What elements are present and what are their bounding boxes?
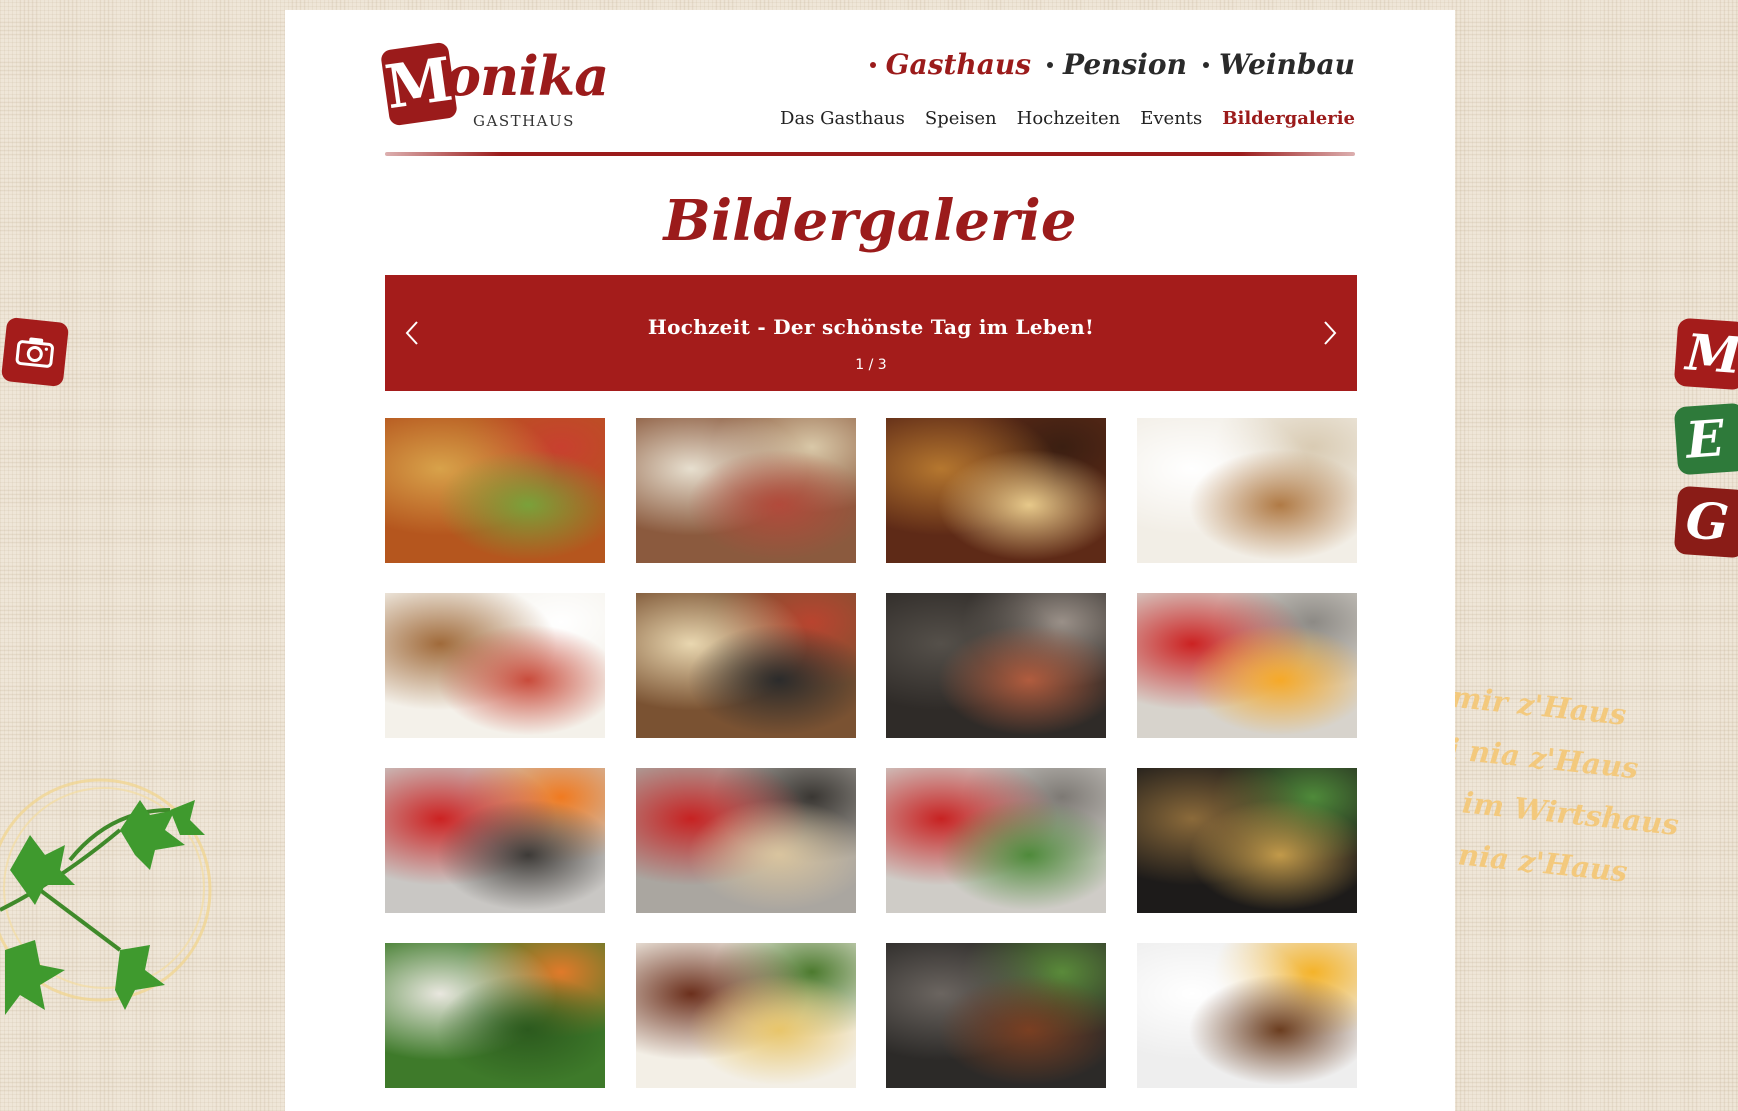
slider-title: Hochzeit - Der schönste Tag im Leben! bbox=[647, 315, 1095, 339]
gallery-thumbnail-willkommen-sign[interactable] bbox=[635, 593, 856, 738]
photo-animal-figurines bbox=[635, 418, 856, 563]
gallery-thumbnail-teddy-chef[interactable] bbox=[385, 593, 605, 738]
header-divider bbox=[385, 152, 1355, 156]
gallery-thumbnail-animal-figurines[interactable] bbox=[635, 418, 856, 563]
top-navigation: Gasthaus Pension Weinbau bbox=[869, 48, 1355, 81]
nav-das-gasthaus[interactable]: Das Gasthaus bbox=[780, 108, 905, 129]
main-navigation: Das Gasthaus Speisen Hochzeiten Events B… bbox=[780, 108, 1355, 129]
photo-willkommen-sign bbox=[635, 593, 856, 738]
bullet-icon bbox=[1202, 61, 1209, 68]
photo-restaurant-table bbox=[385, 418, 605, 563]
photo-restaurant-bar bbox=[886, 418, 1107, 563]
photo-teddy-chef bbox=[385, 593, 605, 738]
slider-counter: 1 / 3 bbox=[855, 357, 887, 373]
logo-subtitle: GASTHAUS bbox=[473, 112, 575, 130]
logo-word: onika bbox=[445, 44, 609, 108]
nav-speisen[interactable]: Speisen bbox=[925, 108, 997, 129]
nav-hochzeiten[interactable]: Hochzeiten bbox=[1017, 108, 1121, 129]
gallery-thumbnail-chef-cooking[interactable] bbox=[635, 768, 856, 913]
gallery-thumbnail-fried-egg-dish[interactable] bbox=[1136, 943, 1357, 1088]
photo-pan-dish bbox=[1136, 768, 1357, 913]
gallery-thumbnail-plated-steak[interactable] bbox=[635, 943, 856, 1088]
gallery-thumbnail-restaurant-bar[interactable] bbox=[886, 418, 1107, 563]
side-badge-g[interactable]: G bbox=[1673, 485, 1738, 559]
topnav-pension[interactable]: Pension bbox=[1047, 48, 1187, 81]
gallery-thumbnail-stove-pans[interactable] bbox=[886, 943, 1107, 1088]
bullet-icon bbox=[1047, 61, 1054, 68]
gallery-slider: Hochzeit - Der schönste Tag im Leben! 1 … bbox=[385, 275, 1357, 391]
photo-fried-egg-dish bbox=[1136, 943, 1357, 1088]
gallery-thumbnail-vegetables[interactable] bbox=[385, 943, 605, 1088]
nav-bildergalerie[interactable]: Bildergalerie bbox=[1222, 108, 1355, 129]
gallery-thumbnail-teddy-chef-pot[interactable] bbox=[1136, 418, 1357, 563]
photo-chef-stove bbox=[385, 768, 605, 913]
photo-teddy-chef-pot bbox=[1136, 418, 1357, 563]
side-badge-m[interactable]: M bbox=[1673, 317, 1738, 391]
page-container: M onika GASTHAUS Gasthaus Pension Weinba… bbox=[285, 10, 1455, 1111]
nav-events[interactable]: Events bbox=[1140, 108, 1202, 129]
gallery-thumbnail-frying-pan[interactable] bbox=[886, 593, 1107, 738]
photo-vegetables bbox=[385, 943, 605, 1088]
gallery-grid bbox=[385, 418, 1357, 1088]
photo-plated-steak bbox=[635, 943, 856, 1088]
photo-frying-pan bbox=[886, 593, 1107, 738]
parsley-illustration bbox=[0, 778, 212, 1015]
topnav-label: Gasthaus bbox=[885, 48, 1032, 81]
photo-chef-cooking bbox=[635, 768, 856, 913]
topnav-label: Pension bbox=[1063, 48, 1187, 81]
bullet-icon bbox=[869, 61, 876, 68]
logo[interactable]: M onika GASTHAUS bbox=[380, 34, 625, 134]
topnav-weinbau[interactable]: Weinbau bbox=[1202, 48, 1355, 81]
topnav-gasthaus[interactable]: Gasthaus bbox=[869, 48, 1032, 81]
gallery-thumbnail-chef-flambe[interactable] bbox=[1136, 593, 1357, 738]
side-badge-e[interactable]: E bbox=[1673, 402, 1738, 476]
gallery-thumbnail-restaurant-table[interactable] bbox=[385, 418, 605, 563]
gallery-thumbnail-pan-dish[interactable] bbox=[1136, 768, 1357, 913]
gallery-thumbnail-chef-stove[interactable] bbox=[385, 768, 605, 913]
camera-icon[interactable] bbox=[0, 316, 70, 388]
photo-chef-kitchen bbox=[886, 768, 1107, 913]
photo-stove-pans bbox=[886, 943, 1107, 1088]
chevron-right-icon[interactable] bbox=[1321, 319, 1339, 347]
photo-chef-flambe bbox=[1136, 593, 1357, 738]
gallery-thumbnail-chef-kitchen[interactable] bbox=[886, 768, 1107, 913]
page-title: Bildergalerie bbox=[663, 188, 1077, 254]
topnav-label: Weinbau bbox=[1218, 48, 1355, 81]
